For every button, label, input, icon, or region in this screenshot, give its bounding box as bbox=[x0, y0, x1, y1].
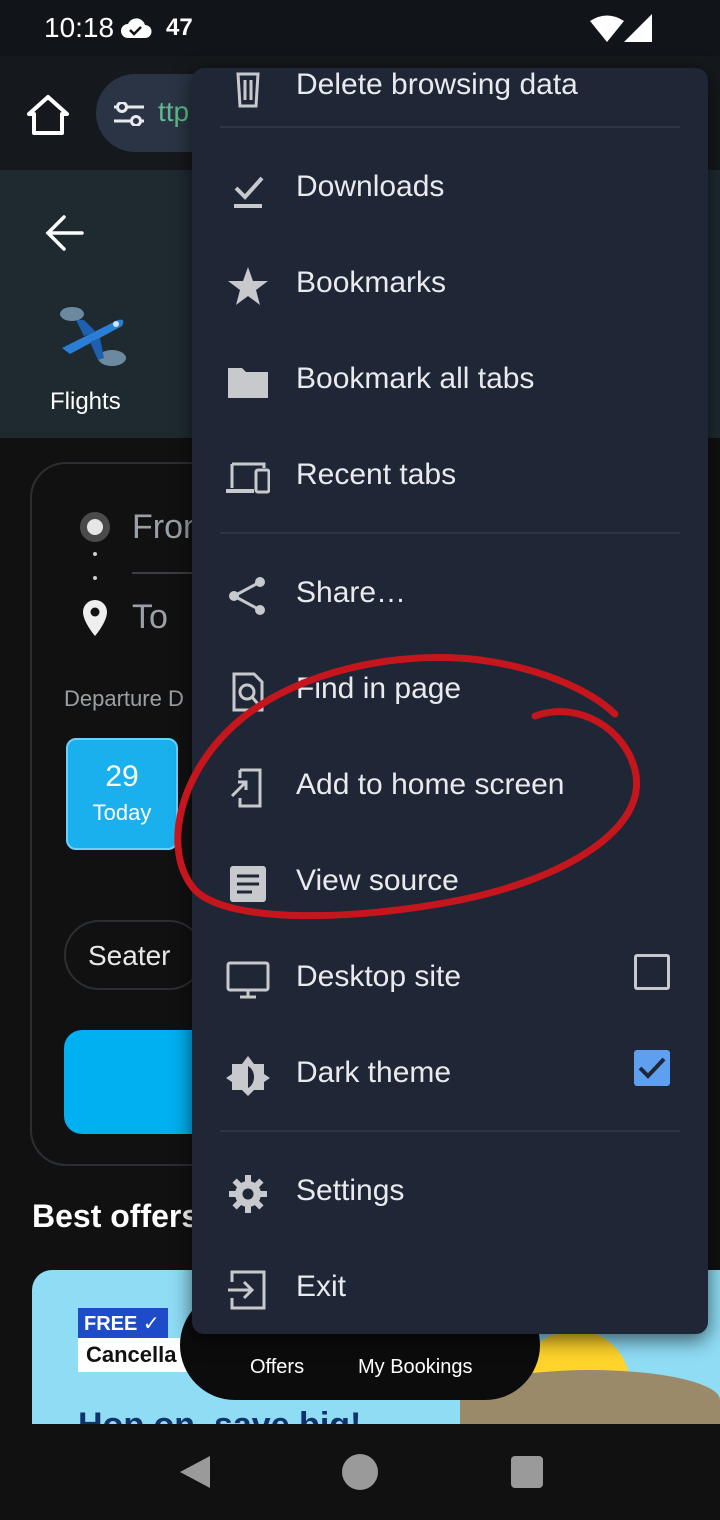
departure-date-label: Departure D bbox=[64, 686, 184, 711]
status-bar: 10:18 47 bbox=[0, 0, 720, 56]
menu-item-settings[interactable]: Settings bbox=[192, 1144, 708, 1240]
date-day-label: Today bbox=[92, 800, 152, 825]
offer-heading: Hop on, save big! bbox=[78, 1406, 361, 1424]
menu-item-exit[interactable]: Exit bbox=[192, 1240, 708, 1334]
airplane-icon[interactable] bbox=[56, 302, 128, 368]
gear-icon bbox=[229, 1175, 267, 1213]
notification-count: 47 bbox=[166, 14, 193, 41]
menu-item-bookmark-all-tabs[interactable]: Bookmark all tabs bbox=[192, 332, 708, 428]
menu-label: Settings bbox=[296, 1174, 405, 1207]
status-time: 10:18 bbox=[44, 12, 115, 43]
menu-label: Find in page bbox=[296, 672, 462, 705]
system-recents-icon[interactable] bbox=[511, 1456, 543, 1488]
wifi-icon bbox=[590, 15, 624, 42]
nav-my-bookings[interactable]: My Bookings bbox=[358, 1356, 473, 1379]
menu-item-add-to-home-screen[interactable]: Add to home screen bbox=[192, 738, 708, 834]
devices-icon bbox=[226, 462, 270, 494]
exit-icon bbox=[228, 1270, 266, 1310]
date-number: 29 bbox=[105, 760, 139, 793]
origin-dot-icon bbox=[80, 512, 110, 542]
menu-item-share[interactable]: Share… bbox=[192, 546, 708, 642]
brightness-icon bbox=[226, 1056, 270, 1096]
desktop-icon bbox=[226, 961, 270, 999]
back-arrow-icon[interactable] bbox=[44, 214, 84, 252]
home-icon[interactable] bbox=[26, 94, 70, 136]
find-in-page-icon bbox=[232, 672, 264, 712]
menu-divider bbox=[220, 532, 680, 534]
menu-label: View source bbox=[296, 864, 459, 897]
menu-divider bbox=[220, 1130, 680, 1132]
cloud-done-icon bbox=[121, 18, 152, 38]
system-nav-bar bbox=[0, 1424, 720, 1520]
overflow-menu: Delete browsing data Downloads Bookmarks… bbox=[192, 68, 708, 1334]
route-dots bbox=[93, 552, 97, 586]
menu-item-delete-browsing-data[interactable]: Delete browsing data bbox=[192, 68, 708, 134]
menu-label: Add to home screen bbox=[296, 768, 565, 801]
menu-divider bbox=[220, 126, 680, 128]
menu-label: Recent tabs bbox=[296, 458, 457, 491]
menu-label: Desktop site bbox=[296, 960, 462, 993]
menu-item-find-in-page[interactable]: Find in page bbox=[192, 642, 708, 738]
menu-item-downloads[interactable]: Downloads bbox=[192, 140, 708, 236]
site-settings-icon[interactable] bbox=[112, 102, 146, 126]
best-offers-heading: Best offers bbox=[32, 1198, 200, 1234]
folder-icon bbox=[228, 368, 268, 398]
to-input[interactable]: To bbox=[132, 598, 168, 637]
url-text: ttp bbox=[158, 96, 190, 127]
date-chip-today[interactable]: 29 Today bbox=[66, 738, 178, 850]
menu-label: Share… bbox=[296, 576, 407, 609]
system-home-icon[interactable] bbox=[342, 1454, 378, 1490]
menu-label: Delete browsing data bbox=[296, 68, 578, 101]
category-label-flights[interactable]: Flights bbox=[50, 388, 121, 416]
article-icon bbox=[230, 866, 266, 902]
menu-label: Bookmarks bbox=[296, 266, 447, 299]
menu-item-view-source[interactable]: View source bbox=[192, 834, 708, 930]
checkmark-icon bbox=[638, 1057, 666, 1079]
menu-label: Dark theme bbox=[296, 1056, 452, 1089]
menu-label: Downloads bbox=[296, 170, 445, 203]
add-to-home-icon bbox=[230, 768, 262, 808]
menu-label: Bookmark all tabs bbox=[296, 362, 535, 395]
cancellation-badge: Cancella bbox=[78, 1338, 188, 1372]
location-pin-icon bbox=[83, 600, 107, 636]
menu-item-desktop-site[interactable]: Desktop site bbox=[192, 930, 708, 1026]
menu-item-recent-tabs[interactable]: Recent tabs bbox=[192, 428, 708, 524]
star-icon bbox=[228, 267, 268, 305]
menu-item-dark-theme[interactable]: Dark theme bbox=[192, 1026, 708, 1122]
system-back-icon[interactable] bbox=[178, 1454, 212, 1490]
share-icon bbox=[229, 577, 265, 615]
menu-label: Exit bbox=[296, 1270, 347, 1303]
cell-signal-icon bbox=[624, 14, 652, 42]
dark-theme-checkbox[interactable] bbox=[634, 1050, 670, 1086]
menu-item-bookmarks[interactable]: Bookmarks bbox=[192, 236, 708, 332]
download-done-icon bbox=[234, 176, 264, 208]
desktop-site-checkbox[interactable] bbox=[634, 954, 670, 990]
trash-icon bbox=[236, 72, 260, 108]
seater-filter-chip[interactable]: Seater bbox=[64, 920, 204, 990]
nav-offers[interactable]: Offers bbox=[250, 1356, 304, 1379]
free-badge: FREE ✓ bbox=[78, 1308, 168, 1338]
